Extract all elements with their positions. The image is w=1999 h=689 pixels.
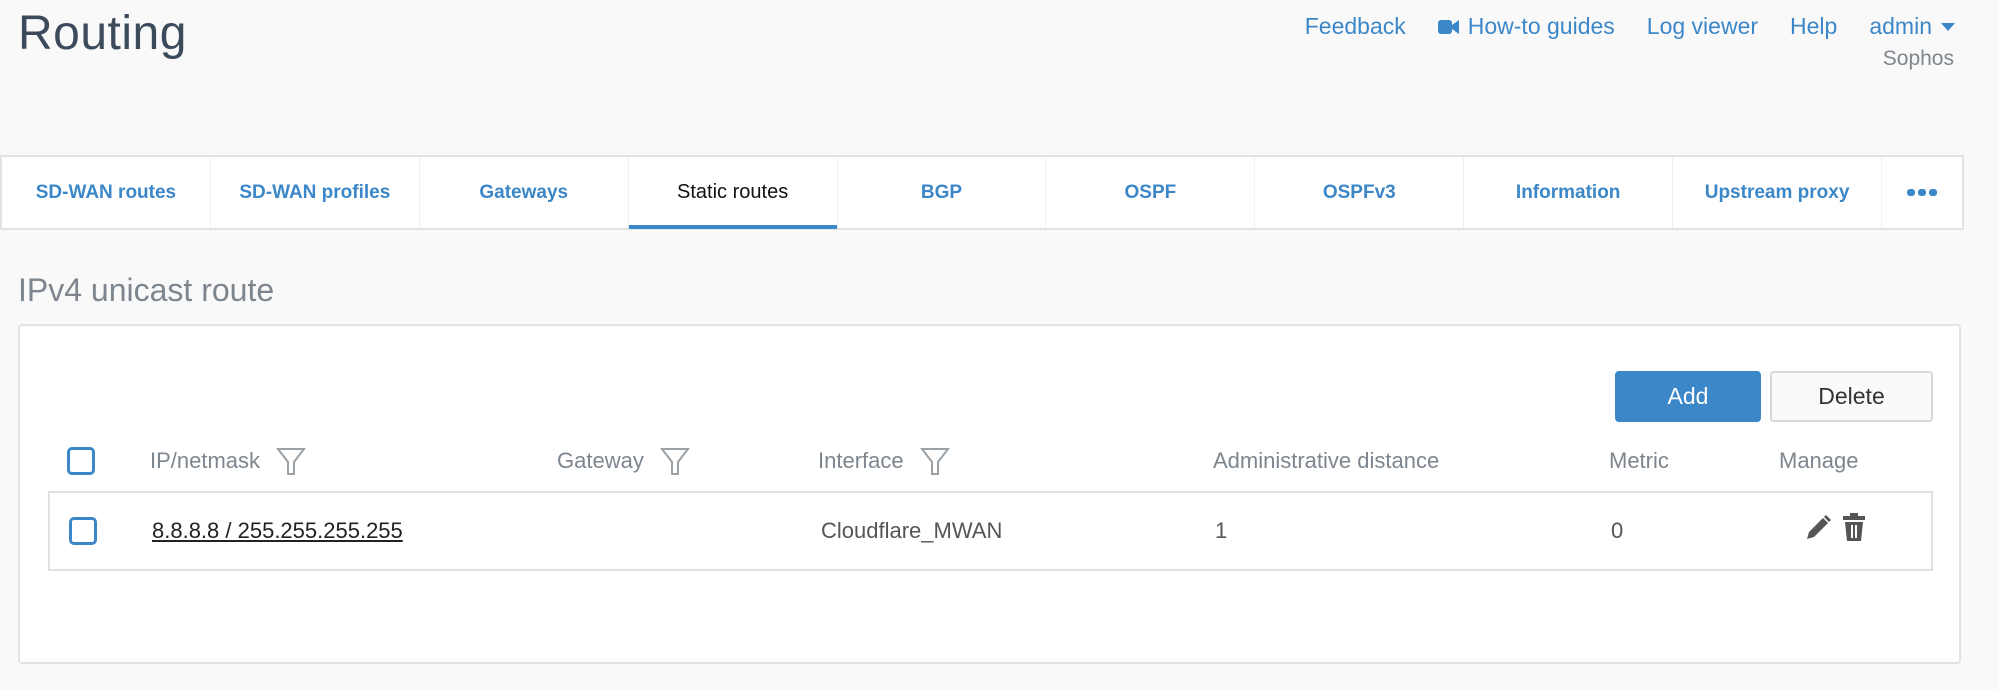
- feedback-link[interactable]: Feedback: [1305, 13, 1406, 40]
- tab-sd-wan-routes[interactable]: SD-WAN routes: [2, 157, 211, 228]
- how-to-guides-label: How-to guides: [1467, 13, 1615, 39]
- col-manage: Manage: [1779, 448, 1859, 473]
- log-viewer-link[interactable]: Log viewer: [1647, 13, 1758, 40]
- feedback-label: Feedback: [1304, 13, 1406, 39]
- section-title: IPv4 unicast route: [18, 272, 275, 308]
- top-nav: Feedback How-to guides Log viewer Help a…: [1305, 13, 1955, 40]
- add-button[interactable]: Add: [1615, 371, 1761, 422]
- org-name: Sophos: [1882, 47, 1954, 70]
- tab-bar: SD-WAN routes SD-WAN profiles Gateways S…: [0, 155, 1964, 230]
- col-ip-netmask-label: IP/netmask: [150, 448, 261, 473]
- tab-gateways[interactable]: Gateways: [420, 157, 629, 228]
- tab-bgp[interactable]: BGP: [838, 157, 1047, 228]
- filter-icon[interactable]: [919, 446, 950, 476]
- tab-information[interactable]: Information: [1464, 157, 1674, 228]
- cell-metric: 0: [1611, 518, 1624, 543]
- tab-ospfv3[interactable]: OSPFv3: [1255, 157, 1465, 228]
- col-gateway-label: Gateway: [557, 448, 644, 473]
- row-checkbox[interactable]: [69, 517, 97, 545]
- cell-interface: Cloudflare_MWAN: [821, 518, 1003, 543]
- help-link[interactable]: Help: [1790, 13, 1837, 40]
- user-name: admin: [1869, 13, 1932, 39]
- how-to-guides-link[interactable]: How-to guides: [1437, 13, 1615, 40]
- caret-down-icon: [1941, 22, 1955, 31]
- tab-sd-wan-profiles[interactable]: SD-WAN profiles: [211, 157, 420, 228]
- select-all-checkbox[interactable]: [67, 447, 95, 475]
- help-label: Help: [1790, 13, 1838, 39]
- log-viewer-label: Log viewer: [1646, 13, 1759, 39]
- cell-admin-distance: 1: [1215, 518, 1228, 543]
- tab-static-routes[interactable]: Static routes: [628, 157, 838, 229]
- filter-icon[interactable]: [659, 446, 690, 476]
- more-dots-icon: [1906, 189, 1937, 196]
- route-link[interactable]: 8.8.8.8 / 255.255.255.255: [152, 518, 403, 544]
- edit-pencil-icon[interactable]: [1803, 513, 1833, 549]
- table-header: IP/netmask Gateway Interface Administrat…: [20, 441, 1959, 481]
- cell-ip-netmask: 8.8.8.8 / 255.255.255.255: [152, 493, 403, 569]
- col-admin-distance: Administrative distance: [1213, 448, 1440, 473]
- col-interface: Interface: [818, 441, 950, 481]
- filter-icon[interactable]: [276, 446, 307, 476]
- col-gateway: Gateway: [557, 441, 690, 481]
- col-ip-netmask: IP/netmask: [150, 441, 307, 481]
- user-menu[interactable]: admin: [1869, 13, 1955, 40]
- tab-ospf[interactable]: OSPF: [1046, 157, 1256, 228]
- table-row: 8.8.8.8 / 255.255.255.255 Cloudflare_MWA…: [48, 491, 1933, 571]
- col-interface-label: Interface: [818, 448, 904, 473]
- video-camera-icon: [1437, 19, 1460, 35]
- page-title: Routing: [18, 7, 187, 60]
- routes-panel: Add Delete IP/netmask Gateway Interface …: [18, 324, 1961, 664]
- cell-manage: [1803, 493, 1867, 569]
- more-tabs-button[interactable]: [1882, 157, 1962, 228]
- col-metric: Metric: [1609, 448, 1669, 473]
- delete-button[interactable]: Delete: [1770, 371, 1933, 422]
- tab-upstream-proxy[interactable]: Upstream proxy: [1673, 157, 1883, 228]
- delete-trash-icon[interactable]: [1841, 513, 1867, 549]
